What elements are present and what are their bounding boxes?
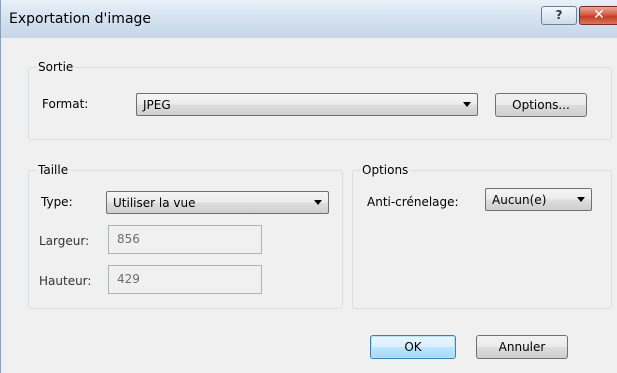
help-button[interactable]: ? [541,6,577,25]
width-field[interactable]: 856 [108,225,262,254]
options-group-legend: Options [360,163,411,177]
output-group-legend: Sortie [36,60,76,74]
chevron-down-icon [314,200,322,205]
antialias-value: Aucun(e) [492,193,547,207]
close-button[interactable]: ✕ [579,6,617,25]
cancel-button-label: Annuler [498,340,546,354]
dialog-title: Exportation d'image [9,11,152,27]
height-value: 429 [117,272,140,286]
height-field[interactable]: 429 [108,265,262,294]
format-options-button-label: Options... [512,98,570,112]
type-label: Type: [41,195,73,209]
help-icon: ? [555,8,563,22]
width-value: 856 [117,232,140,246]
chevron-down-icon [577,197,585,202]
width-label: Largeur: [39,234,90,248]
antialias-label: Anti-crénelage: [367,195,459,209]
type-value: Utiliser la vue [113,196,196,210]
format-select[interactable]: JPEG [136,93,478,116]
type-select[interactable]: Utiliser la vue [106,191,329,214]
ok-button[interactable]: OK [370,335,456,359]
cancel-button[interactable]: Annuler [476,335,568,359]
ok-button-label: OK [404,340,422,354]
close-icon: ✕ [593,7,605,23]
size-group-legend: Taille [36,163,71,177]
export-image-dialog: Exportation d'image ? ✕ Sortie Format: J… [0,0,617,373]
title-bar: Exportation d'image ? ✕ [1,0,617,38]
format-label: Format: [42,97,89,111]
chevron-down-icon [463,102,471,107]
height-label: Hauteur: [39,274,92,288]
format-options-button[interactable]: Options... [495,93,587,117]
format-value: JPEG [143,98,171,112]
antialias-select[interactable]: Aucun(e) [485,188,592,211]
